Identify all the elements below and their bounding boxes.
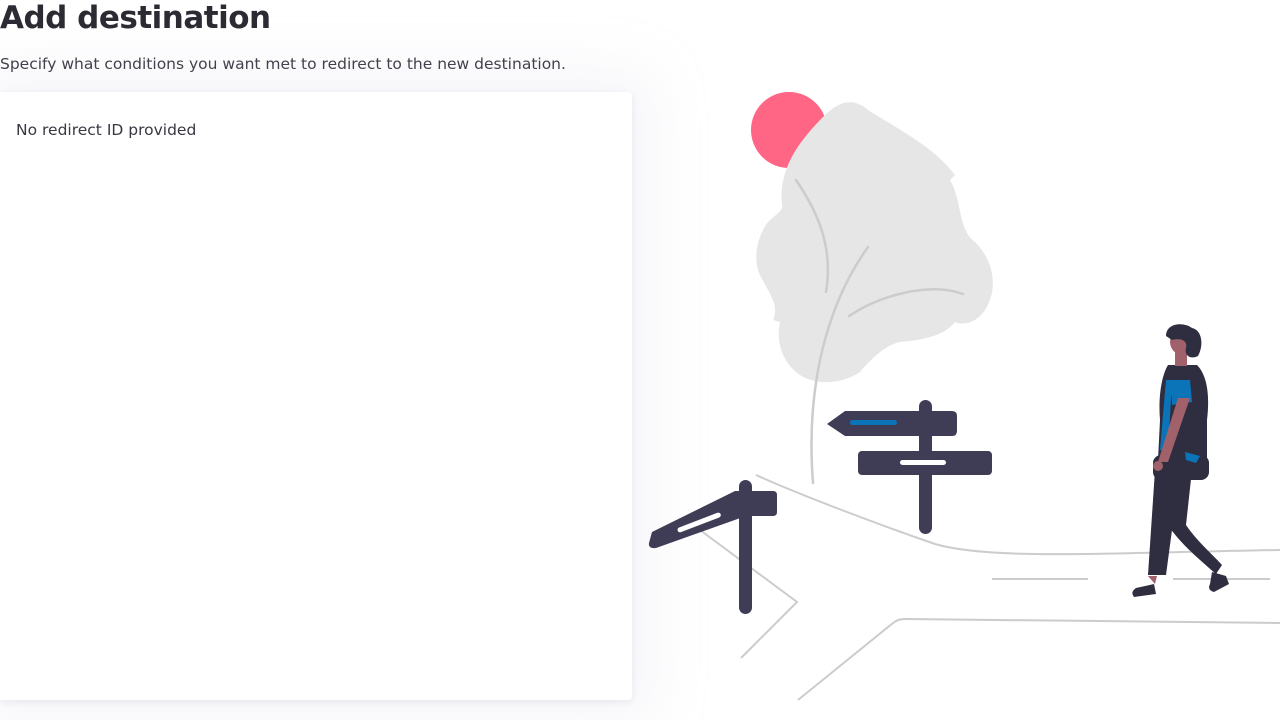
sign-stripe-blue: [850, 420, 897, 425]
path-line-top: [755, 474, 1280, 556]
signpost-crossroads-illustration: [648, 92, 1280, 701]
page-subtitle: Specify what conditions you want met to …: [0, 55, 566, 73]
page-title: Add destination: [0, 0, 271, 36]
page: Add destination Specify what conditions …: [0, 0, 1280, 720]
empty-state-message: No redirect ID provided: [16, 121, 197, 139]
path-line-bottom: [797, 617, 1280, 701]
destination-card: No redirect ID provided: [0, 92, 632, 700]
sign-stripe-white-right: [900, 460, 946, 465]
walking-person-figure: [1132, 324, 1229, 597]
